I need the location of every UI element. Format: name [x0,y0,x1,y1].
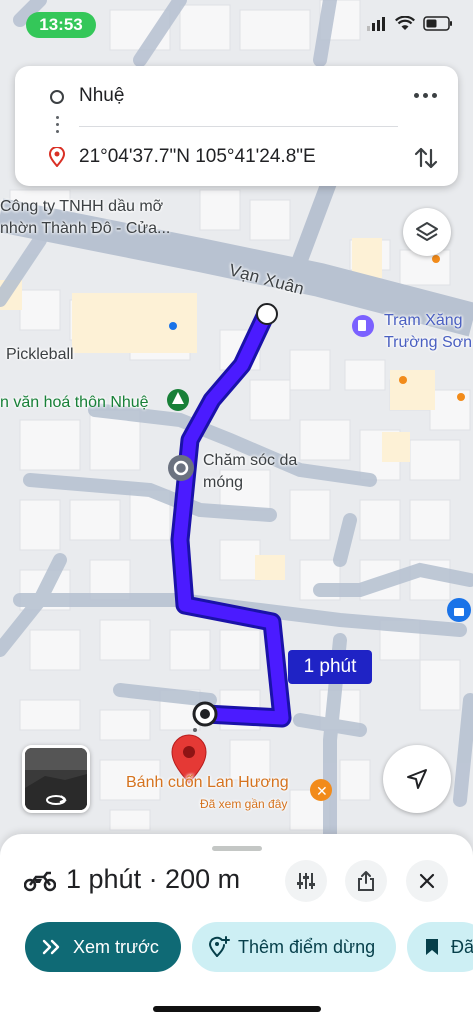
navigation-arrow-icon [407,769,427,789]
battery-icon [423,16,452,31]
swap-vertical-icon[interactable] [412,144,440,172]
map-label-bakery[interactable]: Bánh cuốn Lan Hương [126,774,289,792]
map-label-gas-station-line1[interactable]: Trạm Xăng [384,312,463,330]
directions-card: Nhuệ 21°04'37.7"N 105°41'24.8"E [15,66,458,186]
divider [79,126,398,127]
status-icons [367,16,453,31]
share-icon [358,871,374,891]
close-button[interactable] [406,860,448,902]
route-summary: 1 phút · 200 m [66,864,241,894]
map-label-company-line1[interactable]: Công ty TNHH dầu mỡ [0,198,163,216]
street-view-preview-image [25,748,87,810]
preview-button-label: Xem trước [73,936,159,957]
map-label-company-line2[interactable]: nhờn Thành Đô - Cửa... [0,220,170,238]
map-label-gas-station-line2[interactable]: Trường Sơn [384,334,472,352]
more-horizontal-icon[interactable] [412,86,440,106]
add-stop-button[interactable]: Thêm điểm dừng [192,922,396,972]
save-button[interactable]: Đã [407,922,473,972]
origin-circle-icon [50,90,64,104]
map-label-pickleball[interactable]: Pickleball [6,346,74,364]
sliders-icon [297,873,315,889]
street-view-thumbnail[interactable] [22,745,90,813]
close-icon [419,873,435,889]
status-time: 13:53 [26,12,96,38]
route-connector-dots [56,116,60,137]
wifi-icon [395,16,415,30]
route-duration-badge[interactable]: 1 phút [288,650,372,684]
bottom-sheet: 1 phút · 200 m Xem trước Thêm điểm dừng [0,834,473,1024]
save-button-label: Đã [451,936,473,957]
add-location-icon [208,936,230,957]
origin-input[interactable]: Nhuệ [79,85,124,107]
destination-pin-icon [49,147,65,167]
bookmark-icon [426,939,438,955]
status-bar: 13:53 [0,0,473,48]
destination-input[interactable]: 21°04'37.7"N 105°41'24.8"E [79,146,316,168]
motorbike-icon [24,871,56,892]
cellular-signal-icon [367,16,385,31]
my-location-button[interactable] [383,745,451,813]
map-label-bakery-recent: Đã xem gần đây [200,797,288,811]
layers-icon [416,222,438,241]
svg-text:✕: ✕ [316,784,328,800]
drag-handle[interactable] [212,846,262,851]
layers-button[interactable] [403,208,451,256]
map-label-nail-salon-line1[interactable]: Chăm sóc da [203,452,297,470]
share-button[interactable] [345,860,387,902]
map-label-nail-salon-line2[interactable]: móng [203,474,243,492]
preview-button[interactable]: Xem trước [25,922,181,972]
add-stop-button-label: Thêm điểm dừng [238,936,376,957]
home-indicator [153,1006,321,1012]
map-label-culture-house[interactable]: n văn hoá thôn Nhuệ [0,394,149,412]
route-options-button[interactable] [285,860,327,902]
double-chevron-right-icon [42,939,60,955]
